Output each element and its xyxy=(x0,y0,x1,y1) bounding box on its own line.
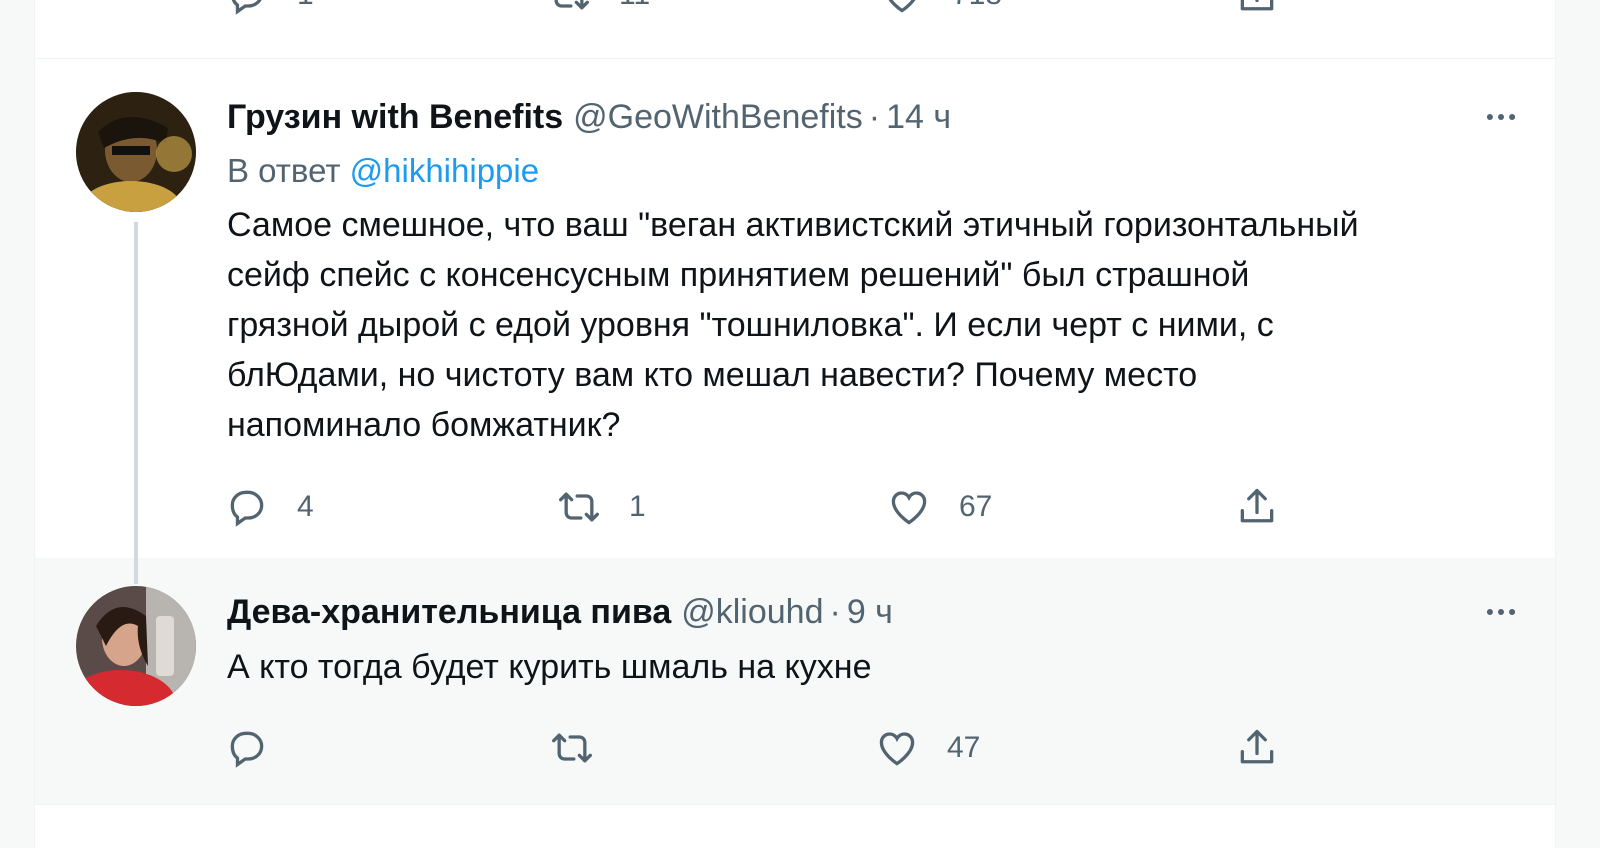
timestamp[interactable]: 14 ч xyxy=(886,98,951,137)
timestamp[interactable]: 9 ч xyxy=(847,593,893,632)
tweet-text-line: сейф спейс с консенсусным принятием реше… xyxy=(227,256,1250,294)
reply-prefix: В ответ xyxy=(227,152,341,189)
retweet-icon xyxy=(559,492,599,522)
tweet-header: Грузин with Benefits @GeoWithBenefits · … xyxy=(227,97,1495,137)
retweet-count: 11 xyxy=(619,0,650,12)
avatar[interactable] xyxy=(76,92,196,212)
like-count: 67 xyxy=(959,490,993,523)
share-icon xyxy=(1240,0,1274,11)
reply-icon xyxy=(230,731,264,768)
reply-button[interactable]: 4 xyxy=(225,482,314,532)
more-icon xyxy=(1486,608,1516,616)
retweet-button[interactable]: 11 xyxy=(547,0,650,20)
tweet-text-line: блЮдами, но чистоту вам кто мешал навест… xyxy=(227,356,1198,394)
reply-mention-link[interactable]: @hikhihippie xyxy=(350,152,539,189)
retweet-icon xyxy=(552,733,592,763)
reply-count: 4 xyxy=(297,490,314,523)
user-handle[interactable]: @GeoWithBenefits xyxy=(573,98,863,137)
tweet-actions: 4 1 67 xyxy=(35,482,1555,532)
user-handle[interactable]: @kliouhd xyxy=(681,593,823,632)
share-button[interactable] xyxy=(1235,0,1279,20)
tweet-text-line: грязной дырой с едой уровня "тошниловка"… xyxy=(227,306,1274,344)
display-name[interactable]: Дева-хранительница пива xyxy=(227,593,671,632)
thread-line xyxy=(134,558,138,584)
tweet-text-line: Самое смешное, что ваш "веган активистск… xyxy=(227,206,1359,244)
like-icon xyxy=(879,732,915,766)
like-icon xyxy=(891,491,927,525)
previous-tweet[interactable]: 1 11 718 xyxy=(35,0,1555,59)
tweet-text-line: А кто тогда будет курить шмаль на кухне xyxy=(227,648,872,686)
reply-context: В ответ @hikhihippie xyxy=(227,152,539,190)
retweet-button[interactable]: 1 xyxy=(557,482,646,532)
retweet-button[interactable] xyxy=(550,723,594,773)
retweet-icon xyxy=(554,0,589,10)
like-button[interactable]: 67 xyxy=(887,482,992,532)
share-button[interactable] xyxy=(1235,482,1279,532)
tweet-actions: 1 11 718 xyxy=(35,0,1555,50)
share-icon xyxy=(1240,488,1274,523)
display-name[interactable]: Грузин with Benefits xyxy=(227,98,563,137)
separator-dot: · xyxy=(868,97,881,136)
like-icon xyxy=(888,0,916,13)
like-count: 47 xyxy=(947,731,981,764)
divider xyxy=(35,804,1555,805)
tweet-text: А кто тогда будет курить шмаль на кухне xyxy=(227,642,1515,692)
reply-icon xyxy=(231,0,262,15)
timeline-feed: 1 11 718 xyxy=(34,0,1556,848)
reply-button[interactable]: 1 xyxy=(225,0,314,20)
like-button[interactable]: 718 xyxy=(880,0,1002,20)
reply-icon xyxy=(230,490,264,527)
more-options-button[interactable] xyxy=(1481,97,1521,137)
share-button[interactable] xyxy=(1235,723,1279,773)
tweet-actions: 47 xyxy=(35,723,1555,773)
like-button[interactable]: 47 xyxy=(875,723,980,773)
separator-dot: · xyxy=(829,592,841,631)
reply-count: 1 xyxy=(297,0,314,12)
retweet-count: 1 xyxy=(629,490,646,523)
tweet[interactable]: Дева-хранительница пива @kliouhd · 9 ч А… xyxy=(35,558,1555,804)
avatar[interactable] xyxy=(76,586,196,706)
reply-button[interactable] xyxy=(225,723,269,773)
share-icon xyxy=(1240,729,1274,764)
tweet-text: Самое смешное, что ваш "веган активистск… xyxy=(227,200,1515,450)
tweet-text-line: напоминало бомжатник? xyxy=(227,406,621,444)
tweet[interactable]: Грузин with Benefits @GeoWithBenefits · … xyxy=(35,60,1555,558)
like-count: 718 xyxy=(952,0,1002,12)
tweet-header: Дева-хранительница пива @kliouhd · 9 ч xyxy=(227,592,1495,632)
more-icon xyxy=(1486,113,1516,121)
more-options-button[interactable] xyxy=(1481,592,1521,632)
